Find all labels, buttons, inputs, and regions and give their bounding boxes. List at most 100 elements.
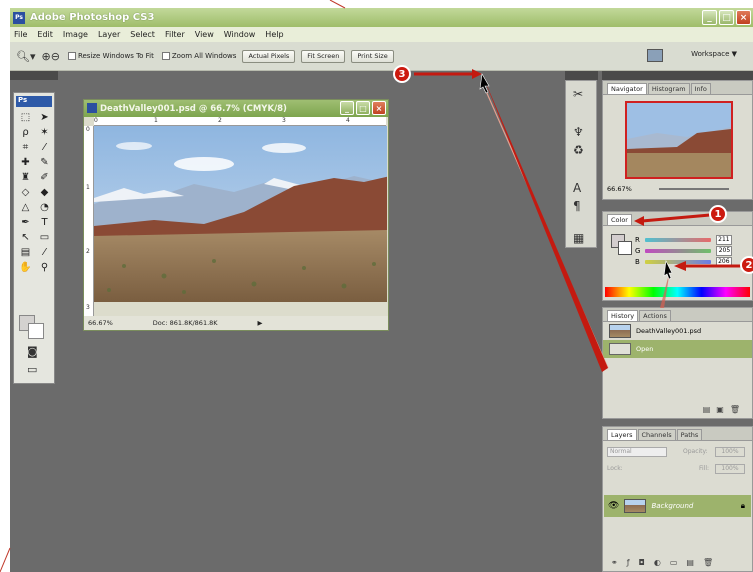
visibility-eye-icon[interactable]: 👁︎ — [608, 501, 619, 511]
tab-paths[interactable]: Paths — [676, 429, 703, 440]
brushes-icon[interactable]: ♆ — [573, 125, 584, 139]
eyedropper-icon[interactable]: ⁄ — [36, 246, 53, 259]
workspace-icon[interactable] — [647, 49, 663, 62]
tools-preset-icon[interactable]: ✂ — [573, 87, 583, 101]
tab-histogram[interactable]: Histogram — [647, 83, 690, 94]
ruler-horizontal: 0 1 2 3 4 — [94, 117, 386, 126]
green-slider[interactable] — [645, 248, 712, 253]
dodge-tool-icon[interactable]: ◔ — [36, 201, 53, 214]
layer-comps-icon[interactable]: ▦ — [573, 231, 584, 245]
red-value-field[interactable]: 211 — [715, 234, 732, 245]
menu-file[interactable]: File — [14, 30, 27, 39]
navigator-preview[interactable] — [625, 101, 733, 179]
menu-filter[interactable]: Filter — [165, 30, 185, 39]
history-brush-icon[interactable]: ✐ — [36, 171, 53, 184]
dock-strip[interactable] — [565, 71, 598, 80]
resize-windows-checkbox[interactable]: Resize Windows To Fit — [67, 52, 154, 60]
move-tool-icon[interactable]: ➤ — [36, 111, 53, 124]
hand-tool-icon[interactable]: ✋ — [17, 261, 34, 274]
menu-window[interactable]: Window — [224, 30, 256, 39]
healing-tool-icon[interactable]: ✚ — [17, 156, 34, 169]
character-icon[interactable]: A — [573, 181, 581, 195]
path-select-icon[interactable]: ↖ — [17, 231, 34, 244]
menu-help[interactable]: Help — [265, 30, 283, 39]
quick-mask-icon[interactable]: ◙ — [27, 345, 38, 358]
toolbox-strip[interactable] — [10, 71, 58, 80]
ruler-tick: 2 — [218, 117, 222, 124]
history-state[interactable]: Open — [603, 340, 752, 358]
red-slider[interactable] — [644, 237, 711, 242]
blue-slider[interactable] — [644, 259, 711, 264]
callout-3: 3 — [393, 65, 411, 83]
zoom-in-out-icon[interactable]: ⊕⊖ — [42, 50, 60, 63]
zoom-all-checkbox[interactable]: Zoom All Windows — [161, 52, 236, 60]
layer-background[interactable]: 👁︎ Background 🔒︎ — [604, 495, 751, 517]
green-slider-row: G 205 — [635, 245, 752, 256]
navigator-zoom-slider[interactable] — [659, 188, 729, 190]
background-color-swatch[interactable] — [28, 323, 44, 339]
status-arrow-icon[interactable]: ▶ — [258, 319, 263, 327]
color-spectrum-bar[interactable] — [605, 287, 750, 297]
crop-tool-icon[interactable]: ⌗ — [17, 141, 34, 154]
navigator-zoom[interactable]: 66.67% — [607, 185, 632, 193]
tab-channels[interactable]: Channels — [637, 429, 676, 440]
opacity-field[interactable]: 100% — [715, 447, 745, 457]
zoom-tool-icon[interactable]: 🔍︎▾ — [16, 50, 36, 63]
document-canvas[interactable] — [94, 126, 387, 316]
clone-source-icon[interactable]: ♻ — [573, 143, 584, 157]
stamp-tool-icon[interactable]: ♜ — [17, 171, 34, 184]
menu-view[interactable]: View — [195, 30, 214, 39]
notes-tool-icon[interactable]: ▤ — [17, 246, 34, 259]
tab-actions[interactable]: Actions — [639, 310, 671, 321]
zoom-level[interactable]: 66.67% — [88, 319, 113, 327]
marquee-tool-icon[interactable]: ⬚ — [17, 111, 34, 124]
fill-field[interactable]: 100% — [715, 464, 745, 474]
lasso-tool-icon[interactable]: ρ — [17, 126, 34, 139]
eraser-tool-icon[interactable]: ◇ — [17, 186, 34, 199]
menu-image[interactable]: Image — [63, 30, 88, 39]
green-value-field[interactable]: 205 — [716, 245, 733, 256]
history-panel: History Actions DeathValley001.psd Open … — [602, 307, 753, 419]
lock-label: Lock: — [607, 465, 623, 472]
ruler-tick: 4 — [346, 117, 350, 124]
actual-pixels-button[interactable]: Actual Pixels — [242, 49, 296, 63]
gradient-tool-icon[interactable]: ◆ — [36, 186, 53, 199]
fit-screen-button[interactable]: Fit Screen — [301, 49, 346, 63]
tab-navigator[interactable]: Navigator — [607, 83, 647, 94]
magic-wand-icon[interactable]: ✶ — [36, 126, 53, 139]
close-button[interactable]: × — [736, 10, 751, 25]
doc-minimize-button[interactable]: _ — [340, 101, 354, 115]
pen-tool-icon[interactable]: ✒ — [17, 216, 34, 229]
workspace-menu[interactable]: Workspace ▼ — [691, 50, 737, 58]
doc-close-button[interactable]: × — [372, 101, 386, 115]
slice-tool-icon[interactable]: ⁄ — [36, 141, 53, 154]
tab-layers[interactable]: Layers — [607, 429, 637, 440]
minimize-button[interactable]: _ — [702, 10, 717, 25]
paragraph-icon[interactable]: ¶ — [573, 199, 581, 213]
doc-size[interactable]: Doc: 861.8K/861.8K — [153, 319, 218, 327]
document-title-bar[interactable]: DeathValley001.psd @ 66.7% (CMYK/8) _ □ … — [84, 100, 388, 117]
doc-maximize-button[interactable]: □ — [356, 101, 370, 115]
screen-mode-icon[interactable]: ▭ — [27, 363, 37, 376]
layers-buttons[interactable]: ⚭ƒ◘◐▭▤🗑︎ — [611, 558, 722, 567]
zoom-tool-icon[interactable]: ⚲ — [36, 261, 53, 274]
type-tool-icon[interactable]: T — [36, 216, 53, 229]
tab-color[interactable]: Color — [607, 214, 632, 225]
menu-select[interactable]: Select — [130, 30, 155, 39]
tab-history[interactable]: History — [607, 310, 639, 321]
print-size-button[interactable]: Print Size — [351, 49, 394, 63]
history-buttons[interactable]: ▤▣🗑︎ — [703, 405, 746, 414]
blend-mode-select[interactable]: Normal — [607, 447, 667, 457]
ruler-tick: 1 — [154, 117, 158, 124]
blue-value-field[interactable]: 206 — [715, 256, 732, 267]
document-window[interactable]: DeathValley001.psd @ 66.7% (CMYK/8) _ □ … — [83, 99, 389, 331]
shape-tool-icon[interactable]: ▭ — [36, 231, 53, 244]
menu-edit[interactable]: Edit — [37, 30, 53, 39]
tab-info[interactable]: Info — [690, 83, 711, 94]
panel-strip[interactable] — [602, 71, 753, 80]
brush-tool-icon[interactable]: ✎ — [36, 156, 53, 169]
menu-layer[interactable]: Layer — [98, 30, 120, 39]
blur-tool-icon[interactable]: △ — [17, 201, 34, 214]
maximize-button[interactable]: □ — [719, 10, 734, 25]
history-snapshot[interactable]: DeathValley001.psd — [603, 322, 752, 340]
